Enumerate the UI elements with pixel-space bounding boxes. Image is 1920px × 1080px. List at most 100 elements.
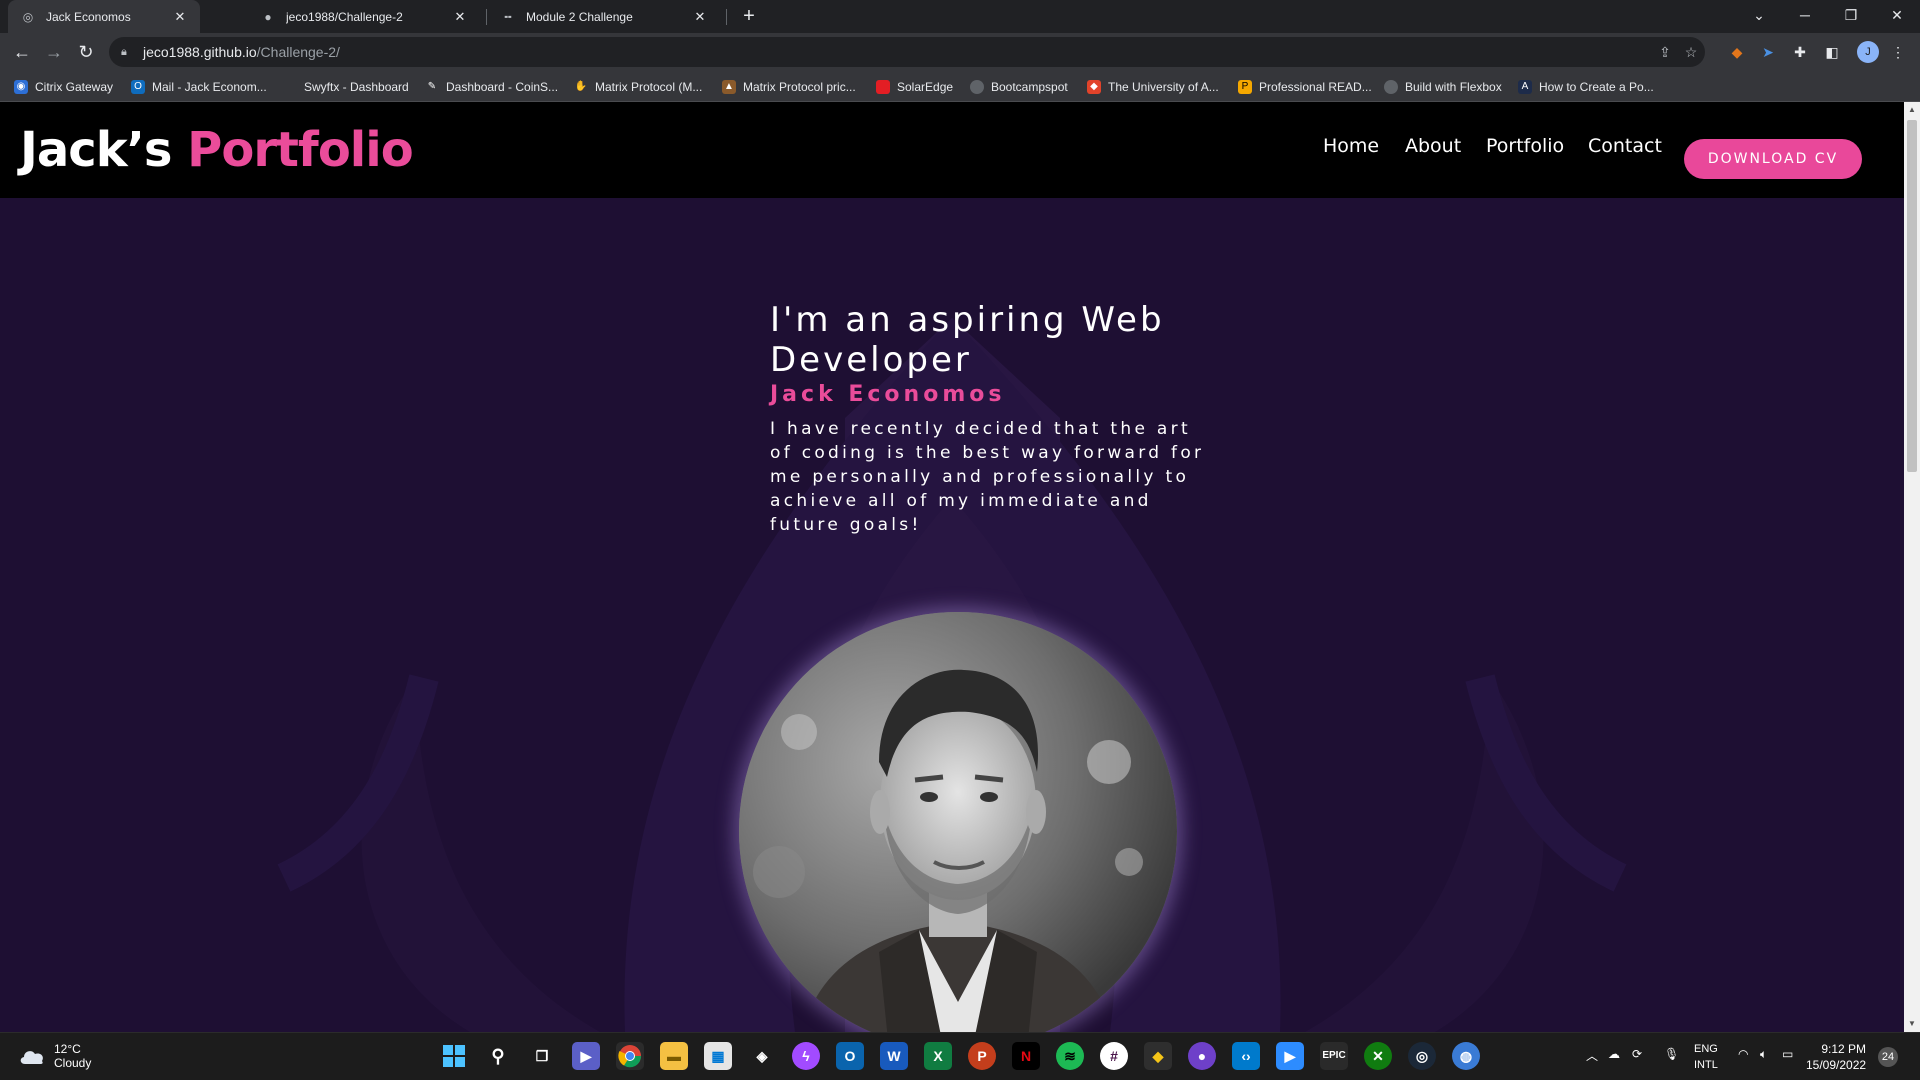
bookmark-label: Mail - Jack Econom...	[152, 80, 267, 94]
side-panel-icon[interactable]: ◧	[1822, 42, 1842, 62]
wifi-icon[interactable]: ◠	[1738, 1047, 1748, 1061]
weather-widget[interactable]: 12°C Cloudy	[18, 1042, 91, 1070]
tab-search-icon[interactable]: ⌄	[1736, 0, 1782, 33]
forward-arrow-icon[interactable]: →	[42, 40, 66, 64]
nav-about[interactable]: About	[1405, 135, 1461, 157]
reload-icon[interactable]: ↻	[74, 40, 98, 64]
coin-icon: ▲	[722, 80, 736, 94]
bookmark-flexbox[interactable]: Build with Flexbox	[1384, 77, 1502, 97]
bookmark-bootcampspot[interactable]: Bootcampspot	[970, 77, 1068, 97]
onedrive-icon[interactable]: ☁	[1608, 1047, 1620, 1061]
bookmark-swyftx[interactable]: Swyftx - Dashboard	[283, 77, 409, 97]
sync-icon[interactable]: ⟳	[1632, 1047, 1642, 1061]
github-desktop-icon[interactable]: ●	[1188, 1042, 1216, 1070]
puzzle-icon[interactable]: ✚	[1790, 42, 1810, 62]
scroll-down-icon[interactable]: ▼	[1904, 1016, 1920, 1032]
word-icon[interactable]: W	[880, 1042, 908, 1070]
weather-description: Cloudy	[54, 1056, 92, 1070]
nav-home[interactable]: Home	[1323, 135, 1379, 157]
share-icon[interactable]: ⇪	[1655, 42, 1675, 62]
gitkraken-icon[interactable]: ◆	[1144, 1042, 1172, 1070]
bookmark-label: Professional READ...	[1259, 80, 1372, 94]
page-scrollbar[interactable]: ▲ ▼	[1904, 102, 1920, 1032]
slack-icon[interactable]: #	[1100, 1042, 1128, 1070]
new-tab-button[interactable]: +	[738, 5, 760, 27]
bookmark-citrix[interactable]: ◉ Citrix Gateway	[14, 77, 113, 97]
globe-app-icon[interactable]: ◍	[1452, 1042, 1480, 1070]
outlook-icon[interactable]: O	[836, 1042, 864, 1070]
microsoft-store-icon[interactable]: ▦	[704, 1042, 732, 1070]
keyboard-layout: INTL	[1694, 1059, 1718, 1071]
page-icon: ╍	[504, 9, 512, 24]
bookmark-label: Citrix Gateway	[35, 80, 114, 94]
tab-title: Jack Economos	[46, 9, 131, 24]
close-tab-icon[interactable]: ✕	[452, 9, 468, 25]
search-icon[interactable]: ⚲	[484, 1042, 512, 1070]
close-window-icon[interactable]: ✕	[1874, 0, 1920, 33]
bookmarks-bar: ◉ Citrix Gateway O Mail - Jack Econom... S…	[0, 71, 1920, 102]
bookmark-mail[interactable]: O Mail - Jack Econom...	[131, 77, 267, 97]
bookmark-coinspot[interactable]: ✎ Dashboard - CoinS...	[425, 77, 558, 97]
powerpoint-icon[interactable]: P	[968, 1042, 996, 1070]
alienware-icon[interactable]: ◈	[748, 1042, 776, 1070]
chrome-icon[interactable]	[616, 1042, 644, 1070]
extension-arrow-icon[interactable]: ➤	[1758, 42, 1778, 62]
input-language[interactable]: ENG INTL	[1694, 1041, 1718, 1073]
bookmark-matrix-protocol[interactable]: ✋ Matrix Protocol (M...	[574, 77, 702, 97]
epic-games-icon[interactable]: EPIC	[1320, 1042, 1348, 1070]
bookmark-label: Matrix Protocol pric...	[743, 80, 856, 94]
notification-badge[interactable]: 24	[1878, 1047, 1898, 1067]
teams-chat-icon[interactable]: ▶	[572, 1042, 600, 1070]
restore-icon[interactable]: ❐	[1828, 0, 1874, 33]
task-view-icon[interactable]: ❐	[528, 1042, 556, 1070]
url-host: jeco1988.github.io	[143, 44, 257, 60]
tab-module-2-challenge[interactable]: ╍ Module 2 Challenge ✕	[488, 0, 720, 33]
battery-icon[interactable]: ▭	[1782, 1047, 1793, 1061]
swyftx-icon	[283, 80, 297, 94]
download-cv-button[interactable]: DOWNLOAD CV	[1684, 139, 1862, 179]
metamask-icon[interactable]: ◆	[1727, 42, 1747, 62]
tab-jack-economos[interactable]: ◎ Jack Economos ✕	[8, 0, 200, 33]
nav-portfolio[interactable]: Portfolio	[1486, 135, 1564, 157]
bookmark-label: Matrix Protocol (M...	[595, 80, 703, 94]
bookmark-university[interactable]: ◆ The University of A...	[1087, 77, 1219, 97]
profile-avatar[interactable]: J	[1857, 41, 1879, 63]
bookmark-solaredge[interactable]: SolarEdge	[876, 77, 953, 97]
volume-icon[interactable]: 🔈︎	[1760, 1047, 1767, 1062]
solaredge-icon	[876, 80, 890, 94]
netflix-icon[interactable]: N	[1012, 1042, 1040, 1070]
browser-tab-strip: ◎ Jack Economos ✕ ● jeco1988/Challenge-2…	[0, 0, 1920, 33]
excel-icon[interactable]: X	[924, 1042, 952, 1070]
address-bar[interactable]: 🔒︎ jeco1988.github.io /Challenge-2/ ⇪ ☆	[109, 37, 1705, 67]
bookmark-star-icon[interactable]: ☆	[1681, 42, 1701, 62]
back-arrow-icon[interactable]: ←	[10, 40, 34, 64]
menu-kebab-icon[interactable]: ⋮	[1888, 42, 1908, 62]
bookmark-matrix-price[interactable]: ▲ Matrix Protocol pric...	[722, 77, 856, 97]
minimize-icon[interactable]: ─	[1782, 0, 1828, 33]
bookmark-label: Bootcampspot	[991, 80, 1068, 94]
xbox-icon[interactable]: ✕	[1364, 1042, 1392, 1070]
bookmark-how-to-create[interactable]: A How to Create a Po...	[1518, 77, 1654, 97]
close-tab-icon[interactable]: ✕	[172, 9, 188, 25]
site-logo[interactable]: Jack’s Portfolio	[20, 122, 414, 178]
tab-github-challenge[interactable]: ● jeco1988/Challenge-2 ✕	[248, 0, 480, 33]
windows-start-icon[interactable]	[440, 1042, 468, 1070]
spotify-icon[interactable]: ≋	[1056, 1042, 1084, 1070]
bookmark-label: Dashboard - CoinS...	[446, 80, 559, 94]
system-clock[interactable]: 9:12 PM 15/09/2022	[1806, 1041, 1866, 1073]
vscode-icon[interactable]: ‹›	[1232, 1042, 1260, 1070]
messenger-icon[interactable]: ϟ	[792, 1042, 820, 1070]
brand-second: Portfolio	[187, 122, 414, 178]
bookmark-label: Build with Flexbox	[1405, 80, 1502, 94]
clock-time: 9:12 PM	[1821, 1042, 1867, 1056]
file-explorer-icon[interactable]: ▬	[660, 1042, 688, 1070]
tray-chevron-icon[interactable]: ︿	[1586, 1047, 1598, 1064]
zoom-icon[interactable]: ▶	[1276, 1042, 1304, 1070]
steam-icon[interactable]: ◎	[1408, 1042, 1436, 1070]
scroll-up-icon[interactable]: ▲	[1904, 102, 1920, 118]
scrollbar-thumb[interactable]	[1907, 120, 1917, 472]
close-tab-icon[interactable]: ✕	[692, 9, 708, 25]
microphone-icon[interactable]: 🎙︎	[1664, 1047, 1679, 1061]
nav-contact[interactable]: Contact	[1588, 135, 1662, 157]
bookmark-professional-readme[interactable]: P Professional READ...	[1238, 77, 1372, 97]
